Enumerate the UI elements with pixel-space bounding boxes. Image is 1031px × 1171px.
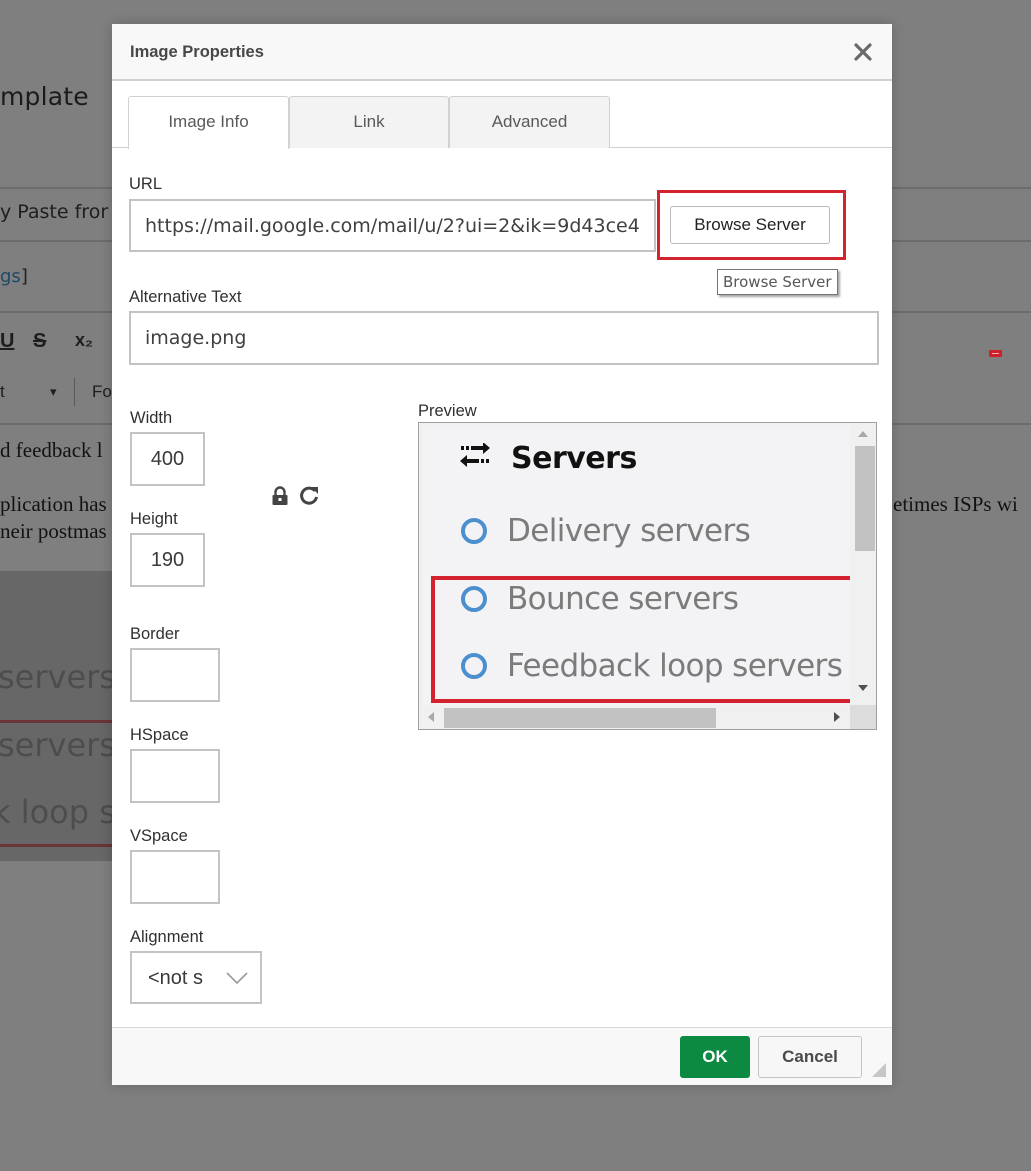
editor-text-line: etimes ISPs wi: [893, 492, 1018, 516]
format-combo-value: t: [0, 382, 5, 401]
preview-heading: Servers: [511, 441, 637, 476]
preview-item-text: Delivery servers: [507, 513, 751, 549]
alignment-select[interactable]: <not s: [130, 951, 262, 1004]
dialog-title: Image Properties: [130, 43, 264, 61]
dialog-header: Image Properties: [112, 24, 892, 81]
radio-circle-icon: [461, 518, 487, 544]
lock-ratio-button[interactable]: [271, 486, 289, 506]
vertical-scroll-thumb[interactable]: [855, 446, 875, 551]
url-label: URL: [129, 175, 163, 193]
height-value: 190: [150, 548, 185, 571]
url-input[interactable]: https://mail.google.com/mail/u/2?ui=2&ik…: [129, 199, 656, 252]
editor-text-line: d feedback l: [0, 438, 103, 462]
underline-icon: U: [0, 330, 15, 352]
width-value: 400: [150, 447, 185, 470]
chevron-down-icon: ▾: [50, 384, 57, 399]
image-preview: Servers Delivery servers Bounce servers …: [418, 422, 877, 730]
tab-image-info[interactable]: Image Info: [128, 96, 289, 149]
image-text: servers: [0, 726, 116, 764]
editor-text-line: plication has: [0, 492, 107, 516]
strikethrough-icon: S: [33, 330, 47, 352]
image-text: servers: [0, 658, 116, 696]
alt-text-input[interactable]: image.png: [129, 311, 879, 365]
tags-bracket: ]: [20, 266, 28, 287]
reset-icon: [300, 486, 318, 505]
image-properties-dialog: Image Properties Image Info Link Advance…: [112, 24, 892, 1085]
preview-list-item: Delivery servers: [461, 511, 751, 551]
chevron-down-icon: [226, 972, 248, 985]
width-input[interactable]: 400: [130, 432, 205, 486]
page-title-fragment: mplate: [0, 82, 89, 111]
preview-image: Servers Delivery servers Bounce servers …: [423, 427, 850, 705]
paste-from-fragment: y Paste fror: [0, 201, 109, 223]
servers-exchange-icon: [460, 443, 490, 467]
horizontal-scroll-thumb[interactable]: [444, 708, 716, 728]
scroll-down-arrow-icon[interactable]: [858, 685, 868, 691]
ok-button[interactable]: OK: [680, 1036, 750, 1078]
border-label: Border: [130, 625, 180, 643]
alignment-value: <not s: [148, 967, 204, 989]
close-button[interactable]: [852, 41, 874, 63]
toolbar-separator: [74, 378, 75, 406]
editor-text-line: neir postmas: [0, 519, 107, 543]
url-input-value: https://mail.google.com/mail/u/2?ui=2&ik…: [145, 214, 640, 237]
preview-vertical-scrollbar[interactable]: [850, 423, 876, 705]
image-highlight-line: [0, 844, 113, 847]
tab-bar: Image Info Link Advanced: [112, 96, 892, 149]
width-label: Width: [130, 409, 173, 427]
hspace-label: HSpace: [130, 726, 189, 744]
tab-link[interactable]: Link: [289, 96, 449, 148]
scroll-right-arrow-icon[interactable]: [834, 712, 840, 722]
embedded-image: servers servers k loop se: [0, 571, 136, 861]
reset-size-button[interactable]: [298, 484, 320, 506]
alt-text-label: Alternative Text: [129, 288, 242, 306]
lock-icon: [272, 486, 288, 505]
tab-advanced[interactable]: Advanced: [449, 96, 610, 148]
scroll-left-arrow-icon[interactable]: [428, 712, 434, 722]
browse-server-tooltip: Browse Server: [717, 269, 838, 295]
subscript-icon: x₂: [75, 330, 94, 350]
minus-badge-icon: [989, 350, 1002, 357]
height-input[interactable]: 190: [130, 533, 205, 587]
hspace-input[interactable]: [130, 749, 220, 803]
dialog-footer: OK Cancel: [112, 1027, 892, 1085]
resize-handle-icon[interactable]: [872, 1063, 886, 1077]
font-combo-value: Fo: [92, 382, 112, 401]
alignment-label: Alignment: [130, 928, 204, 946]
browse-server-button[interactable]: Browse Server: [670, 206, 830, 244]
scrollbar-corner: [850, 705, 876, 729]
vspace-label: VSpace: [130, 827, 188, 845]
preview-label: Preview: [418, 402, 477, 420]
alt-text-value: image.png: [145, 327, 247, 349]
preview-horizontal-scrollbar[interactable]: [419, 705, 850, 729]
scroll-up-arrow-icon[interactable]: [858, 431, 868, 437]
tags-link: gs: [0, 266, 21, 287]
vspace-input[interactable]: [130, 850, 220, 904]
height-label: Height: [130, 510, 178, 528]
preview-highlight-box: [431, 576, 850, 703]
image-highlight-line: [0, 720, 113, 723]
tags-link-fragment: gs]: [0, 266, 28, 287]
cancel-button[interactable]: Cancel: [758, 1036, 862, 1078]
border-input[interactable]: [130, 648, 220, 702]
close-icon: [854, 43, 872, 61]
